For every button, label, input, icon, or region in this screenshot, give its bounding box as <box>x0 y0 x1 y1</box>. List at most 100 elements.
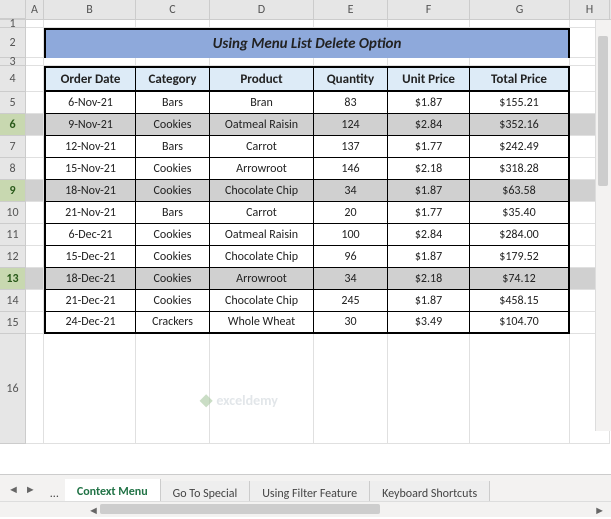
cell-quantity[interactable]: 124 <box>314 114 388 136</box>
row-header-14[interactable]: 14 <box>0 290 26 312</box>
cell-product[interactable]: Carrot <box>210 202 314 224</box>
header-quantity[interactable]: Quantity <box>314 66 388 92</box>
cell-product[interactable]: Oatmeal Raisin <box>210 114 314 136</box>
header-unit-price[interactable]: Unit Price <box>388 66 470 92</box>
header-product[interactable]: Product <box>210 66 314 92</box>
row-header-1[interactable]: 1 <box>0 20 26 28</box>
col-header-g[interactable]: G <box>470 0 570 19</box>
cell-category[interactable]: Cookies <box>136 180 210 202</box>
cell-quantity[interactable]: 34 <box>314 180 388 202</box>
cell-unit-price[interactable]: $1.87 <box>388 290 470 312</box>
tab-nav-next-icon[interactable]: ► <box>23 483 38 496</box>
row-header-12[interactable]: 12 <box>0 246 26 268</box>
cell-category[interactable]: Cookies <box>136 268 210 290</box>
col-header-f[interactable]: F <box>388 0 470 19</box>
cell-quantity[interactable]: 146 <box>314 158 388 180</box>
header-category[interactable]: Category <box>136 66 210 92</box>
cell-product[interactable]: Chocolate Chip <box>210 246 314 268</box>
cell-product[interactable]: Carrot <box>210 136 314 158</box>
cell-total-price[interactable]: $352.16 <box>470 114 570 136</box>
spreadsheet-grid[interactable]: A B C D E F G H 1 2 3 4 5 6 7 8 9 10 11 … <box>0 0 611 474</box>
cell-category[interactable]: Cookies <box>136 158 210 180</box>
cell-product[interactable]: Arrowroot <box>210 158 314 180</box>
vertical-scrollbar-thumb[interactable] <box>598 36 608 186</box>
cell-product[interactable]: Oatmeal Raisin <box>210 224 314 246</box>
cell-total-price[interactable]: $155.21 <box>470 92 570 114</box>
cell-order-date[interactable]: 18-Nov-21 <box>44 180 136 202</box>
row-header-13[interactable]: 13 <box>0 268 26 290</box>
cell-product[interactable]: Chocolate Chip <box>210 180 314 202</box>
tab-nav-prev-icon[interactable]: ◄ <box>6 483 21 496</box>
cell-order-date[interactable]: 21-Dec-21 <box>44 290 136 312</box>
cell-category[interactable]: Bars <box>136 202 210 224</box>
row-header-16[interactable]: 16 <box>0 334 26 444</box>
cell-unit-price[interactable]: $1.87 <box>388 246 470 268</box>
cell-total-price[interactable]: $35.40 <box>470 202 570 224</box>
cell-order-date[interactable]: 6-Dec-21 <box>44 224 136 246</box>
col-header-a[interactable]: A <box>26 0 44 19</box>
cell-quantity[interactable]: 34 <box>314 268 388 290</box>
cell-order-date[interactable]: 9-Nov-21 <box>44 114 136 136</box>
vertical-scrollbar[interactable] <box>595 20 611 431</box>
header-total-price[interactable]: Total Price <box>470 66 570 92</box>
cell-order-date[interactable]: 15-Dec-21 <box>44 246 136 268</box>
cell-category[interactable]: Cookies <box>136 114 210 136</box>
cell-product[interactable]: Bran <box>210 92 314 114</box>
cell-total-price[interactable]: $104.70 <box>470 312 570 334</box>
cell-order-date[interactable]: 18-Dec-21 <box>44 268 136 290</box>
cell-quantity[interactable]: 245 <box>314 290 388 312</box>
row-header-2[interactable]: 2 <box>0 28 26 58</box>
row-header-6[interactable]: 6 <box>0 114 26 136</box>
cell-order-date[interactable]: 12-Nov-21 <box>44 136 136 158</box>
cell-total-price[interactable]: $458.15 <box>470 290 570 312</box>
cell-product[interactable]: Chocolate Chip <box>210 290 314 312</box>
cell-total-price[interactable]: $242.49 <box>470 136 570 158</box>
cell-unit-price[interactable]: $1.87 <box>388 92 470 114</box>
hscroll-left-icon[interactable]: ◄ <box>86 502 101 519</box>
cell-quantity[interactable]: 137 <box>314 136 388 158</box>
row-header-7[interactable]: 7 <box>0 136 26 158</box>
cell-total-price[interactable]: $284.00 <box>470 224 570 246</box>
row-header-15[interactable]: 15 <box>0 312 26 334</box>
cell-unit-price[interactable]: $2.18 <box>388 158 470 180</box>
row-header-10[interactable]: 10 <box>0 202 26 224</box>
row-header-3[interactable]: 3 <box>0 58 26 66</box>
col-header-h[interactable]: H <box>570 0 610 19</box>
cell-category[interactable]: Crackers <box>136 312 210 334</box>
cell-unit-price[interactable]: $2.18 <box>388 268 470 290</box>
row-header-9[interactable]: 9 <box>0 180 26 202</box>
cell-quantity[interactable]: 100 <box>314 224 388 246</box>
row-header-5[interactable]: 5 <box>0 92 26 114</box>
hscroll-right-icon[interactable]: ► <box>592 502 607 519</box>
cell-category[interactable]: Bars <box>136 92 210 114</box>
cell-order-date[interactable]: 15-Nov-21 <box>44 158 136 180</box>
row-header-8[interactable]: 8 <box>0 158 26 180</box>
cell-quantity[interactable]: 96 <box>314 246 388 268</box>
cell-total-price[interactable]: $179.52 <box>470 246 570 268</box>
cell-category[interactable]: Cookies <box>136 246 210 268</box>
horizontal-scrollbar-thumb[interactable] <box>100 504 380 514</box>
cell-category[interactable]: Bars <box>136 136 210 158</box>
cell-quantity[interactable]: 83 <box>314 92 388 114</box>
cell-unit-price[interactable]: $3.49 <box>388 312 470 334</box>
cell-order-date[interactable]: 21-Nov-21 <box>44 202 136 224</box>
cell-quantity[interactable]: 20 <box>314 202 388 224</box>
col-header-e[interactable]: E <box>314 0 388 19</box>
cell-order-date[interactable]: 6-Nov-21 <box>44 92 136 114</box>
cell-unit-price[interactable]: $2.84 <box>388 114 470 136</box>
cell-category[interactable]: Cookies <box>136 224 210 246</box>
col-header-b[interactable]: B <box>44 0 136 19</box>
cell-order-date[interactable]: 24-Dec-21 <box>44 312 136 334</box>
table-title[interactable]: Using Menu List Delete Option <box>44 28 570 58</box>
tab-overflow[interactable]: ... <box>44 487 65 501</box>
row-header-11[interactable]: 11 <box>0 224 26 246</box>
cell-unit-price[interactable]: $2.84 <box>388 224 470 246</box>
horizontal-scrollbar[interactable]: ◄ ► <box>0 501 611 517</box>
cell-product[interactable]: Whole Wheat <box>210 312 314 334</box>
cell-total-price[interactable]: $63.58 <box>470 180 570 202</box>
cell-unit-price[interactable]: $1.77 <box>388 202 470 224</box>
cells-area[interactable]: Using Menu List Delete Option Order Date… <box>26 20 611 444</box>
col-header-d[interactable]: D <box>210 0 314 19</box>
cell-total-price[interactable]: $74.12 <box>470 268 570 290</box>
cell-unit-price[interactable]: $1.87 <box>388 180 470 202</box>
